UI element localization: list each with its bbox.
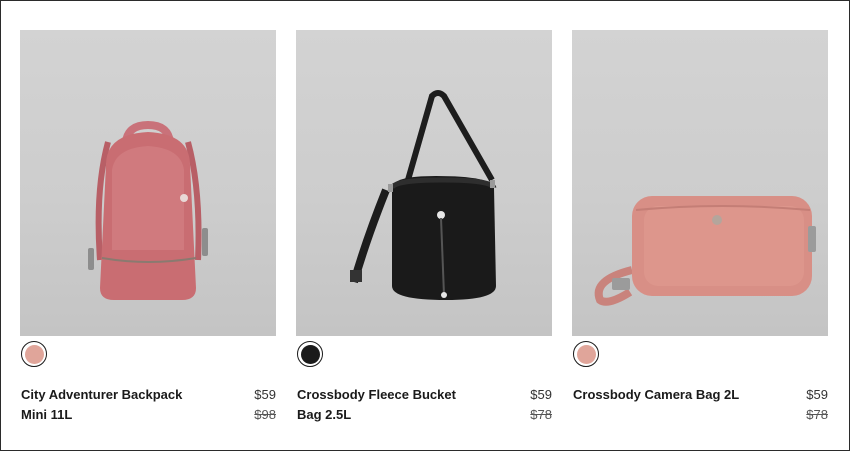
- original-price: $78: [806, 407, 828, 422]
- swatch-color-dot: [576, 344, 596, 364]
- product-card[interactable]: Crossbody Camera Bag 2L $59 $78: [572, 30, 828, 422]
- product-name[interactable]: City Adventurer Backpack Mini 11L: [21, 385, 206, 425]
- product-price: $59 $78: [530, 385, 552, 425]
- product-price: $59 $98: [254, 385, 276, 425]
- sale-price: $59: [806, 387, 828, 402]
- swatch-color-dot: [24, 344, 44, 364]
- color-swatch[interactable]: [573, 341, 599, 367]
- swatch-color-dot: [300, 344, 320, 364]
- product-image[interactable]: [572, 30, 828, 336]
- product-image[interactable]: [296, 30, 552, 336]
- sale-price: $59: [530, 387, 552, 402]
- product-name[interactable]: Crossbody Fleece Bucket Bag 2.5L: [297, 385, 482, 425]
- black-fleece-bucket-bag-image: [350, 90, 497, 300]
- product-image[interactable]: [20, 30, 276, 336]
- product-card[interactable]: City Adventurer Backpack Mini 11L $59 $9…: [20, 30, 276, 422]
- product-card[interactable]: Crossbody Fleece Bucket Bag 2.5L $59 $78: [296, 30, 552, 422]
- pink-camera-bag-image: [594, 196, 816, 306]
- pink-backpack-image: [88, 120, 208, 300]
- original-price: $98: [254, 407, 276, 422]
- color-swatch[interactable]: [297, 341, 323, 367]
- product-name[interactable]: Crossbody Camera Bag 2L: [573, 385, 758, 405]
- original-price: $78: [530, 407, 552, 422]
- sale-price: $59: [254, 387, 276, 402]
- product-price: $59 $78: [806, 385, 828, 425]
- color-swatch[interactable]: [21, 341, 47, 367]
